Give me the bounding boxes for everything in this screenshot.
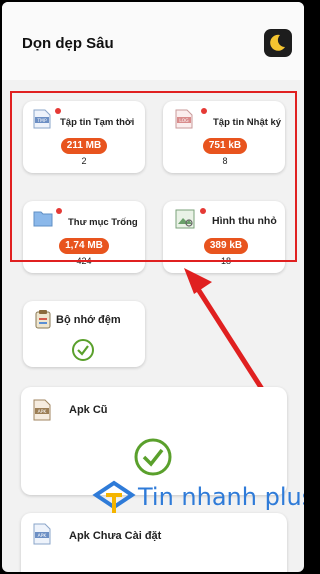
card-title: Hình thu nhỏ [212,215,277,227]
cache-icon [35,310,51,329]
check-icon [134,438,172,476]
card-title: Thư mục Trống [68,217,138,228]
apk-file-icon: APK [33,399,51,421]
apk-file-icon: APK [33,523,51,545]
theme-toggle-button[interactable] [264,29,292,57]
folder-icon [33,211,53,227]
status-dot [201,108,207,114]
image-icon [175,209,195,229]
empty-folders-card[interactable]: Thư mục Trống 1,74 MB 424 [23,201,145,273]
watermark-logo-icon [92,480,136,513]
thumbnails-card[interactable]: Hình thu nhỏ 389 kB 18 [163,201,285,273]
svg-text:APK: APK [38,533,48,539]
card-title: Apk Chưa Cài đặt [69,530,162,542]
card-title: Tập tin Tạm thời [60,117,135,128]
tmp-file-icon: TMP [33,109,51,129]
size-badge: 389 kB [204,238,248,254]
log-file-icon: LOG [175,109,193,129]
moon-icon [270,34,285,51]
size-badge: 211 MB [61,138,107,154]
item-count: 424 [76,256,92,266]
phone-screen: Dọn dẹp Sâu TMP Tập tin Tạm thời 211 MB … [0,0,306,574]
temp-files-card[interactable]: TMP Tập tin Tạm thời 211 MB 2 [23,101,145,173]
status-dot [56,208,62,214]
item-count: 8 [222,156,228,166]
pointer-arrow [184,268,265,391]
svg-text:TMP: TMP [36,118,47,124]
page-title: Dọn dẹp Sâu [22,35,114,52]
card-title: Bộ nhớ đệm [56,314,121,326]
status-dot [200,208,206,214]
log-files-card[interactable]: LOG Tập tin Nhật ký 751 kB 8 [163,101,285,173]
item-count: 2 [81,156,87,166]
svg-text:LOG: LOG [179,118,189,124]
status-dot [55,108,61,114]
svg-text:APK: APK [38,409,48,415]
uninstalled-apk-card[interactable]: APK Apk Chưa Cài đặt [21,513,287,572]
old-apk-card[interactable]: APK Apk Cũ [21,387,287,495]
cache-card[interactable]: Bộ nhớ đệm [23,301,145,367]
card-title: Apk Cũ [69,404,108,416]
size-badge: 1,74 MB [59,238,109,254]
card-title: Tập tin Nhật ký [213,117,282,128]
watermark-text: Tin nhanh plus [138,483,306,511]
app-header: Dọn dẹp Sâu [2,2,304,80]
size-badge: 751 kB [203,138,247,154]
check-icon [72,339,94,361]
